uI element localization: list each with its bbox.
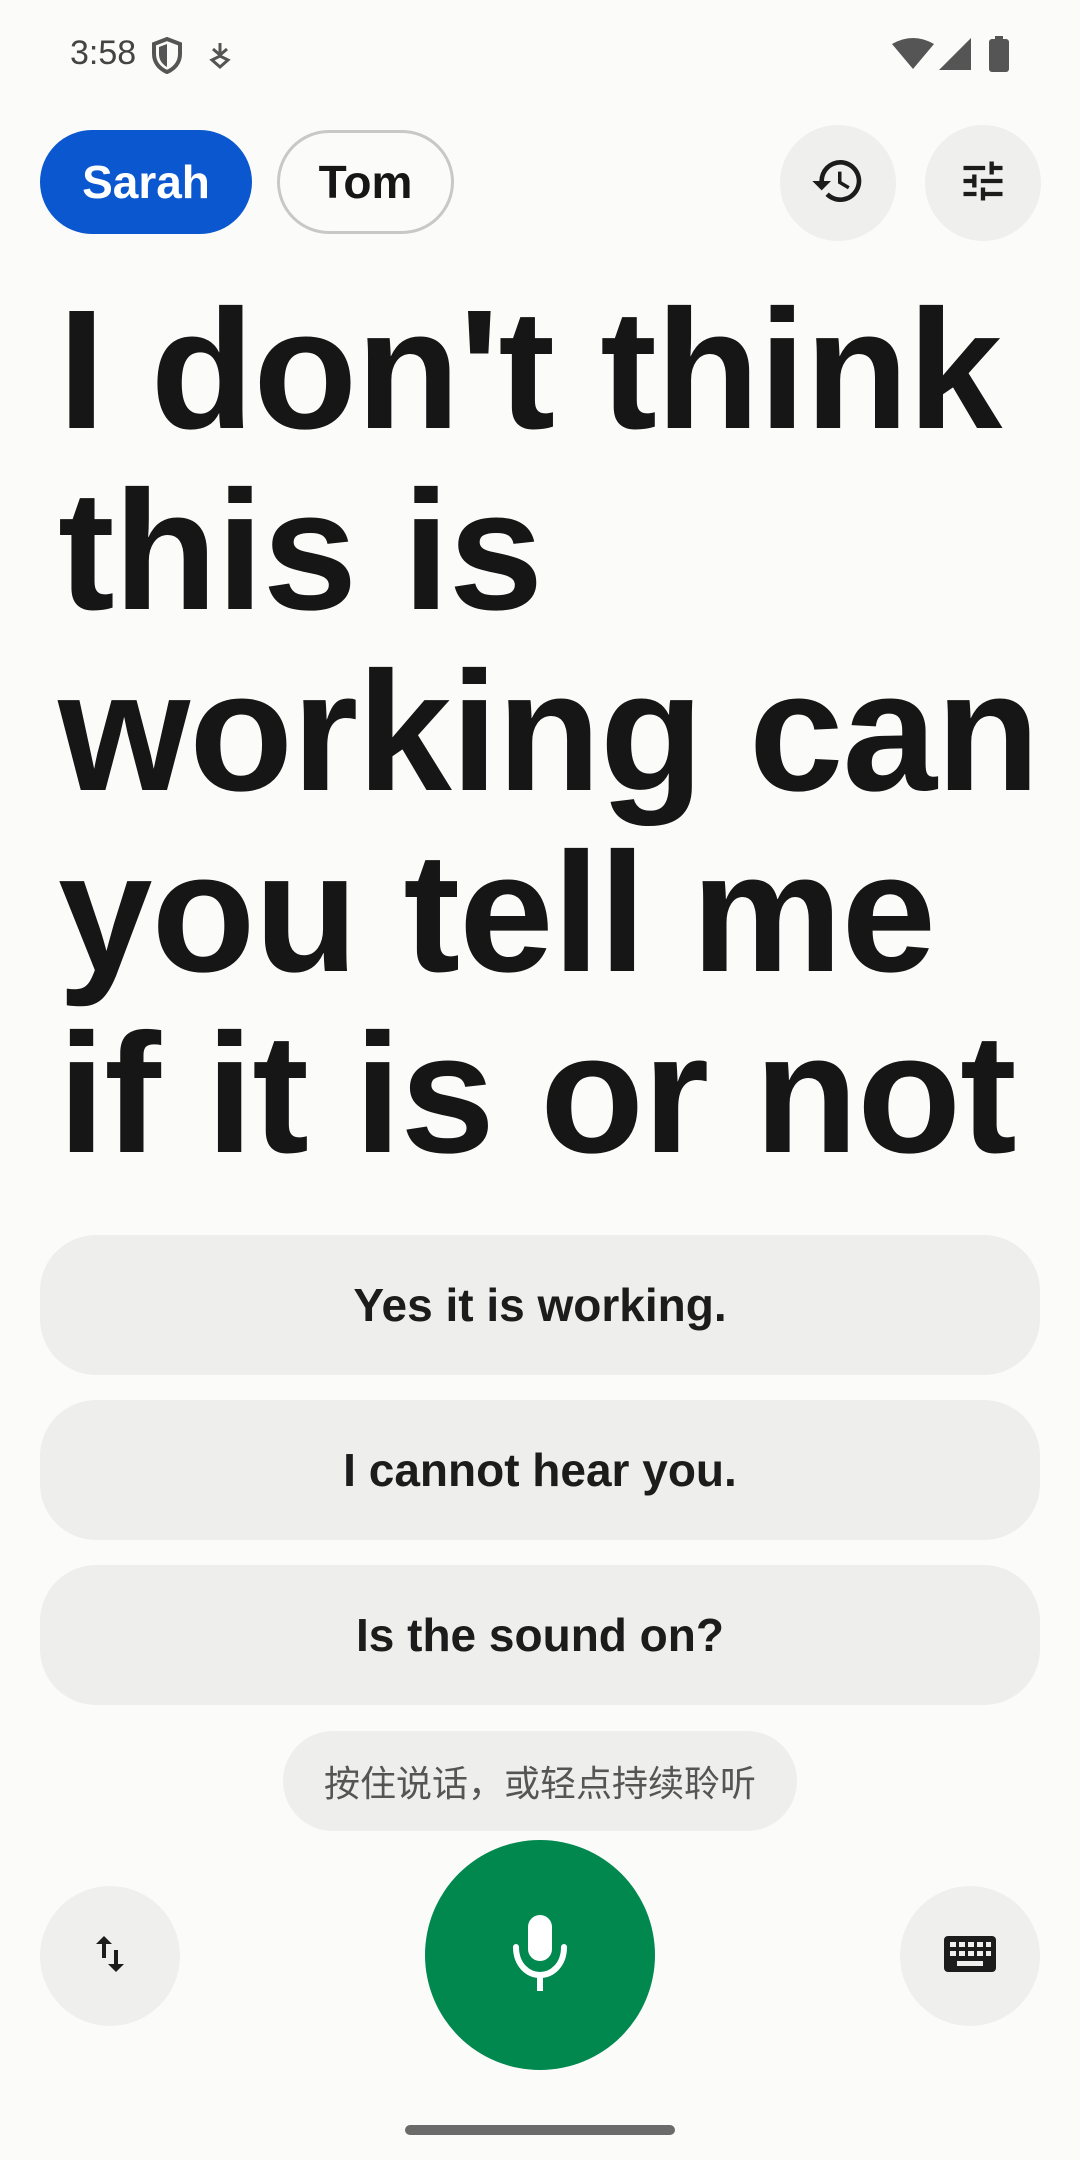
microphone-button[interactable] (425, 1840, 655, 2070)
shield-icon (150, 36, 184, 79)
speaker-chip-tom[interactable]: Tom (277, 130, 454, 234)
speaker-chip-label: Sarah (82, 156, 210, 208)
transcript-text: I don't think this is working can you te… (58, 275, 1040, 1189)
listen-hint-text: 按住说话，或轻点持续聆听 (323, 1764, 756, 1805)
history-button[interactable] (780, 125, 896, 241)
suggested-reply-button[interactable]: Yes it is working. (40, 1235, 1040, 1375)
download-icon (206, 40, 234, 77)
screen: 3:58 Sarah Tom I don't think this is wor… (0, 0, 1080, 2160)
suggested-reply-button[interactable]: I cannot hear you. (40, 1400, 1040, 1540)
settings-button[interactable] (925, 125, 1041, 241)
suggested-reply-button[interactable]: Is the sound on? (40, 1565, 1040, 1705)
speaker-chip-label: Tom (318, 156, 413, 208)
status-bar: 3:58 (0, 0, 1080, 110)
cellular-signal-icon (938, 37, 972, 76)
suggested-reply-label: Yes it is working. (353, 1279, 727, 1331)
history-icon (810, 153, 866, 214)
keyboard-button[interactable] (900, 1886, 1040, 2026)
battery-icon (988, 36, 1010, 77)
speaker-chip-sarah[interactable]: Sarah (40, 130, 252, 234)
swap-direction-button[interactable] (40, 1886, 180, 2026)
swap-vertical-icon (86, 1930, 134, 1983)
listen-hint: 按住说话，或轻点持续聆听 (283, 1731, 797, 1831)
suggested-reply-label: I cannot hear you. (343, 1444, 737, 1496)
wifi-icon (892, 38, 934, 75)
suggested-reply-label: Is the sound on? (356, 1609, 724, 1661)
home-indicator[interactable] (405, 2125, 675, 2135)
keyboard-icon (942, 1934, 998, 1979)
settings-sliders-icon (957, 155, 1009, 212)
microphone-icon (508, 1913, 572, 1998)
status-time: 3:58 (70, 34, 137, 72)
